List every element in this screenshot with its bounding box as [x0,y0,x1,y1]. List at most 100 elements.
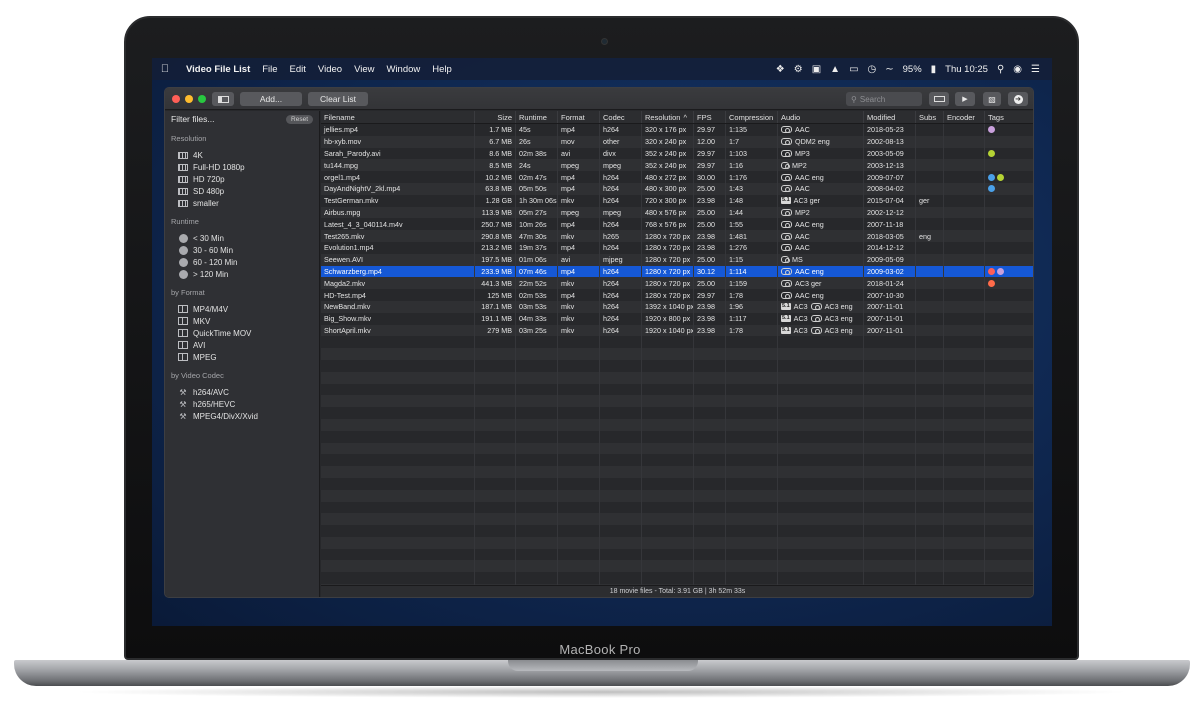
cell-tags [985,313,1033,325]
clock[interactable]: Thu 10:25 [945,64,988,75]
audio-track-label: QDM2 eng [795,137,830,147]
apple-icon[interactable]:  [152,63,178,75]
column-header-size[interactable]: Size [475,111,516,123]
cell-tags [985,289,1033,301]
menu-file[interactable]: File [256,64,283,75]
column-header-filename[interactable]: Filename [321,111,475,123]
empty-cell [321,466,475,478]
menu-edit[interactable]: Edit [284,64,312,75]
table-row[interactable]: Test265.mkv 290.8 MB 47m 30s mkv h265 1280 x … [321,230,1033,242]
stereo-audio-icon [781,185,792,193]
filter-item[interactable]: smaller [165,197,319,209]
table-row[interactable]: Airbus.mpg 113.9 MB 05m 27s mpeg mpeg 480 x 5… [321,206,1033,219]
delete-button[interactable]: ▧ [983,92,1001,106]
filter-item[interactable]: ⚒ h265/HEVC [165,398,319,410]
sidebar-toggle-button[interactable] [212,92,234,106]
table-row[interactable]: Seewen.AVI 197.5 MB 01m 06s avi mjpeg 1280 x … [321,253,1033,266]
table-row[interactable]: DayAndNightV_2kl.mp4 63.8 MB 05m 50s mp4 h26… [321,182,1033,195]
gear-icon[interactable]: ⚙ [794,64,803,75]
filter-item[interactable]: ⚒ MPEG4/DivX/Xvid [165,410,319,422]
filter-item[interactable]: AVI [165,339,319,351]
audio-track-label: AC3 ger [793,196,821,206]
info-button[interactable]: ➜ [1008,92,1028,106]
table-row[interactable]: jellies.mp4 1.7 MB 45s mp4 h264 320 x 176 px 2… [321,124,1033,136]
table-row[interactable]: hb-xyb.mov 6.7 MB 26s mov other 320 x 240 px 1… [321,135,1033,148]
filter-item[interactable]: > 120 Min [165,268,319,280]
play-button[interactable]: ▶ [955,92,975,106]
siri-icon[interactable]: ◉ [1013,64,1022,75]
filter-item[interactable]: ⚒ h264/AVC [165,386,319,398]
empty-cell [475,395,516,408]
add-button[interactable]: Add... [240,92,302,106]
column-header-modified[interactable]: Modified [864,111,916,123]
table-row[interactable]: Sarah_Parody.avi 8.6 MB 02m 38s avi divx 352 … [321,147,1033,160]
column-header-tags[interactable]: Tags [985,111,1033,123]
empty-cell [864,371,916,384]
filter-item[interactable]: 60 - 120 Min [165,256,319,268]
column-header-runtime[interactable]: Runtime [516,111,558,123]
filter-item[interactable]: MP4/M4V [165,303,319,315]
column-header-codec[interactable]: Codec [600,111,642,123]
dropbox-icon[interactable]: ❖ [776,64,785,75]
filter-item[interactable]: HD 720p [165,173,319,185]
clear-list-button[interactable]: Clear List [308,92,368,106]
empty-cell [694,395,726,408]
table-row[interactable]: NewBand.mkv 187.1 MB 03m 53s mkv h264 1392 x … [321,300,1033,313]
filter-item[interactable]: 4K [165,149,319,161]
filter-item[interactable]: Full-HD 1080p [165,161,319,173]
table-row[interactable]: Big_Show.mkv 191.1 MB 04m 33s mkv h264 1920 x… [321,312,1033,325]
table-row[interactable]: HD-Test.mp4 125 MB 02m 53s mp4 h264 1280 x 72… [321,289,1033,301]
table-row[interactable]: ShortApril.mkv 279 MB 03m 25s mkv h264 1920 x… [321,324,1033,337]
table-row[interactable]: Evolution1.mp4 213.2 MB 19m 37s mp4 h264 1280… [321,241,1033,254]
search-field[interactable]: ⚲ Search [846,92,922,106]
column-header-fps[interactable]: FPS [694,111,726,123]
notification-center-icon[interactable]: ☰ [1031,64,1040,75]
battery-percent[interactable]: 95% [903,64,922,75]
time-machine-icon[interactable]: ◷ [868,64,877,75]
table-row[interactable]: TestGerman.mkv 1.28 GB 1h 30m 06s mkv h264 72… [321,194,1033,207]
filter-item[interactable]: SD 480p [165,185,319,197]
menu-window[interactable]: Window [380,64,426,75]
column-header-subs[interactable]: Subs [916,111,944,123]
reset-button[interactable]: Reset [286,114,313,124]
battery-icon[interactable]: ▮ [931,64,937,75]
table-row[interactable]: Latest_4_3_040114.m4v 250.7 MB 10m 26s mp4 h… [321,218,1033,231]
column-header-encoder[interactable]: Encoder [944,111,985,123]
filter-item[interactable]: 30 - 60 Min [165,244,319,256]
stereo-audio-icon [810,303,822,311]
filter-item[interactable]: QuickTime MOV [165,327,319,339]
column-header-audio[interactable]: Audio [778,111,864,123]
empty-cell [944,454,985,467]
table-row[interactable]: tu144.mpg 8.5 MB 24s mpeg mpeg 352 x 240 px 29… [321,159,1033,172]
empty-cell [916,430,944,443]
filter-item[interactable]: MKV [165,315,319,327]
table-row[interactable]: Magda2.mkv 441.3 MB 22m 52s mkv h264 1280 x 7… [321,277,1033,290]
table-row[interactable]: orgel1.mp4 10.2 MB 02m 47s mp4 h264 480 x 272… [321,171,1033,183]
filter-item[interactable]: < 30 Min [165,232,319,244]
airplay-icon[interactable]: ▭ [849,64,858,75]
text-icon[interactable]: ▣ [812,64,821,75]
wifi-icon[interactable]: ∼ [885,64,893,75]
minimize-button[interactable] [185,94,193,103]
audio-track-label: AAC eng [795,172,824,182]
export-button[interactable] [929,92,949,106]
close-button[interactable] [172,94,180,103]
empty-cell [778,442,864,455]
zoom-button[interactable] [198,94,206,103]
table-row[interactable]: Schwarzberg.mp4 233.9 MB 07m 46s mp4 h264 128… [321,265,1033,278]
cell-compression: 1:103 [726,147,778,160]
cell-format: mkv [558,312,600,325]
menu-view[interactable]: View [348,64,380,75]
column-header-format[interactable]: Format [558,111,600,123]
column-header-resolution[interactable]: Resolution ^ [642,111,694,123]
location-icon[interactable]: ▲ [830,64,840,75]
filter-item[interactable]: MPEG [165,351,319,363]
cell-subs [916,300,944,313]
cell-compression: 1:7 [726,135,778,148]
spotlight-icon[interactable]: ⚲ [997,64,1004,75]
column-header-compression[interactable]: Compression [726,111,778,123]
menu-video[interactable]: Video [312,64,348,75]
menu-help[interactable]: Help [426,64,458,75]
surround-51-icon: 5.1 [781,326,791,334]
menu-app-name[interactable]: Video File List [178,64,256,75]
